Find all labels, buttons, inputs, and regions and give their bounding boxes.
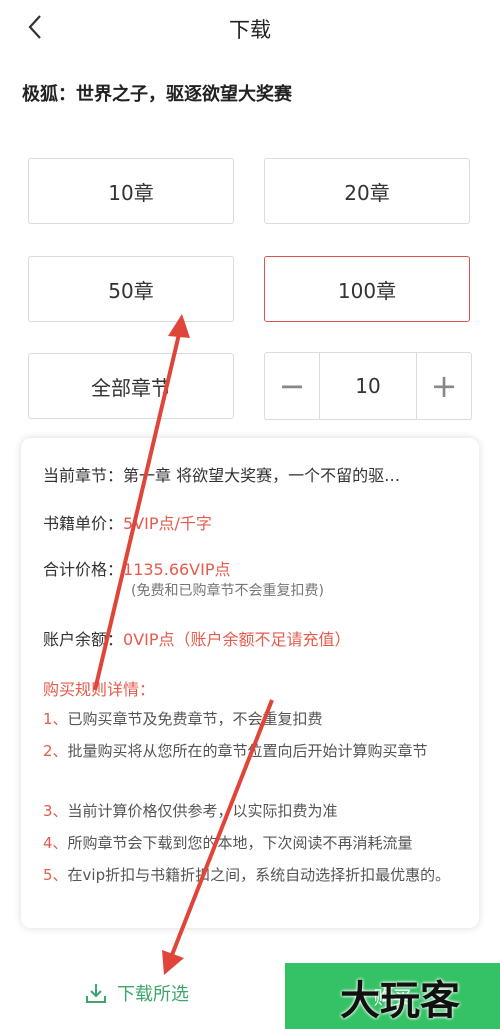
chapter-count-stepper: − 10 + bbox=[264, 352, 472, 420]
total-price-note: (免费和已购章节不会重复扣费) bbox=[131, 583, 324, 599]
increment-button[interactable]: + bbox=[417, 353, 471, 419]
download-selected-label: 下载所选 bbox=[117, 984, 189, 1005]
current-chapter-row: 当前章节：第一章 将欲望大奖赛，一个不留的驱… bbox=[43, 462, 400, 486]
option-100-chapters[interactable]: 100章 bbox=[264, 256, 470, 322]
option-label: 50章 bbox=[108, 278, 154, 303]
rule-number: 4、 bbox=[43, 834, 68, 852]
current-chapter-label: 当前章节： bbox=[43, 466, 124, 485]
page-title: 下载 bbox=[229, 18, 271, 42]
watermark-logo: 大玩客 bbox=[340, 978, 460, 1024]
rule-text: 当前计算价格仅供参考，以实际扣费为准 bbox=[67, 802, 338, 820]
rule-item: 5、在vip折扣与书籍折扣之间，系统自动选择折扣最优惠的。 bbox=[43, 862, 468, 888]
balance-row: 账户余额：0VIP点（账户余额不足请充值） bbox=[43, 626, 351, 650]
chapter-count-input[interactable]: 10 bbox=[319, 353, 417, 419]
total-price-label: 合计价格： bbox=[43, 560, 124, 579]
purchase-info-card: 当前章节：第一章 将欲望大奖赛，一个不留的驱… 书籍单价：5VIP点/千字 合计… bbox=[21, 438, 479, 928]
unit-price-label: 书籍单价： bbox=[43, 514, 124, 533]
option-label: 10章 bbox=[108, 180, 154, 205]
unit-price-value: 5VIP点/千字 bbox=[123, 514, 212, 533]
total-price-value: 1135.66VIP点 bbox=[123, 560, 231, 579]
rules-title: 购买规则详情： bbox=[43, 680, 156, 699]
header: 下载 bbox=[0, 0, 500, 56]
balance-value: 0VIP点（账户余额不足请充值） bbox=[123, 630, 351, 649]
download-selected-button[interactable]: 下载所选 bbox=[85, 980, 189, 1006]
rule-number: 3、 bbox=[43, 802, 68, 820]
rule-item: 1、已购买章节及免费章节，不会重复扣费 bbox=[43, 706, 468, 732]
download-icon bbox=[86, 984, 106, 1003]
option-all-chapters[interactable]: 全部章节 bbox=[28, 353, 234, 419]
rule-item: 4、所购章节会下载到您的本地，下次阅读不再消耗流量 bbox=[43, 830, 468, 856]
option-20-chapters[interactable]: 20章 bbox=[264, 158, 470, 224]
option-label: 全部章节 bbox=[91, 375, 171, 400]
option-10-chapters[interactable]: 10章 bbox=[28, 158, 234, 224]
rule-text: 已购买章节及免费章节，不会重复扣费 bbox=[67, 710, 323, 728]
unit-price-row: 书籍单价：5VIP点/千字 bbox=[43, 510, 212, 534]
option-label: 20章 bbox=[344, 180, 390, 205]
book-title: 极狐：世界之子，驱逐欲望大奖赛 bbox=[22, 84, 292, 105]
current-chapter-value: 第一章 将欲望大奖赛，一个不留的驱… bbox=[123, 466, 401, 485]
rule-item: 3、当前计算价格仅供参考，以实际扣费为准 bbox=[43, 798, 468, 824]
rule-number: 1、 bbox=[43, 710, 68, 728]
rule-number: 5、 bbox=[43, 866, 68, 884]
minus-icon: − bbox=[278, 367, 306, 405]
rule-text: 在vip折扣与书籍折扣之间，系统自动选择折扣最优惠的。 bbox=[67, 866, 451, 884]
rule-item: 2、批量购买将从您所在的章节位置向后开始计算购买章节 bbox=[43, 738, 468, 764]
rule-text: 批量购买将从您所在的章节位置向后开始计算购买章节 bbox=[67, 742, 428, 760]
total-price-row: 合计价格：1135.66VIP点 bbox=[43, 556, 231, 580]
plus-icon: + bbox=[430, 367, 458, 405]
decrement-button[interactable]: − bbox=[265, 353, 319, 419]
rule-number: 2、 bbox=[43, 742, 68, 760]
rule-text: 所购章节会下载到您的本地，下次阅读不再消耗流量 bbox=[67, 834, 413, 852]
option-50-chapters[interactable]: 50章 bbox=[28, 256, 234, 322]
arrowhead-down-icon bbox=[162, 950, 184, 975]
option-label: 100章 bbox=[337, 278, 397, 303]
balance-label: 账户余额： bbox=[43, 630, 124, 649]
